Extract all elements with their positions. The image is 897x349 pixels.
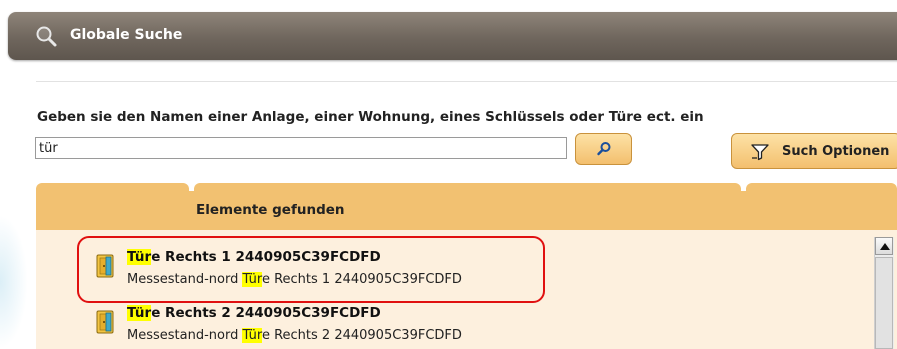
- search-options-label: Such Optionen: [782, 144, 890, 159]
- result-path: Messestand-nord Türe Rechts 2 2440905C39…: [127, 328, 462, 343]
- result-path-highlight: Tür: [242, 328, 262, 343]
- arrow-up-icon: [880, 243, 890, 250]
- results-scrollbar[interactable]: [874, 237, 894, 349]
- result-path-rest: e Rechts 2 2440905C39FCDFD: [261, 328, 462, 343]
- selection-callout: [77, 236, 545, 303]
- scroll-up-button[interactable]: [875, 237, 893, 255]
- search-icon: [36, 26, 57, 47]
- search-options-button[interactable]: Such Optionen: [731, 133, 897, 169]
- filter-icon: [751, 144, 769, 161]
- search-button[interactable]: [575, 133, 632, 165]
- search-instruction: Geben sie den Namen einer Anlage, einer …: [37, 109, 704, 125]
- results-header-label: Elemente gefunden: [196, 202, 345, 218]
- door-icon: [96, 310, 114, 334]
- search-input[interactable]: [35, 137, 567, 159]
- result-path-prefix: Messestand-nord: [127, 328, 243, 343]
- result-name-rest: e Rechts 2 2440905C39FCDFD: [151, 305, 381, 321]
- result-name-highlight: Tür: [127, 305, 152, 321]
- results-header: Elemente gefunden: [36, 191, 897, 230]
- result-name: Türe Rechts 2 2440905C39FCDFD: [127, 305, 381, 321]
- search-icon: [597, 142, 611, 156]
- scroll-thumb[interactable]: [875, 257, 893, 349]
- page-title: Globale Suche: [70, 27, 183, 43]
- left-glow-decoration: [0, 215, 28, 349]
- title-bar: Globale Suche: [8, 12, 897, 60]
- divider: [36, 81, 897, 82]
